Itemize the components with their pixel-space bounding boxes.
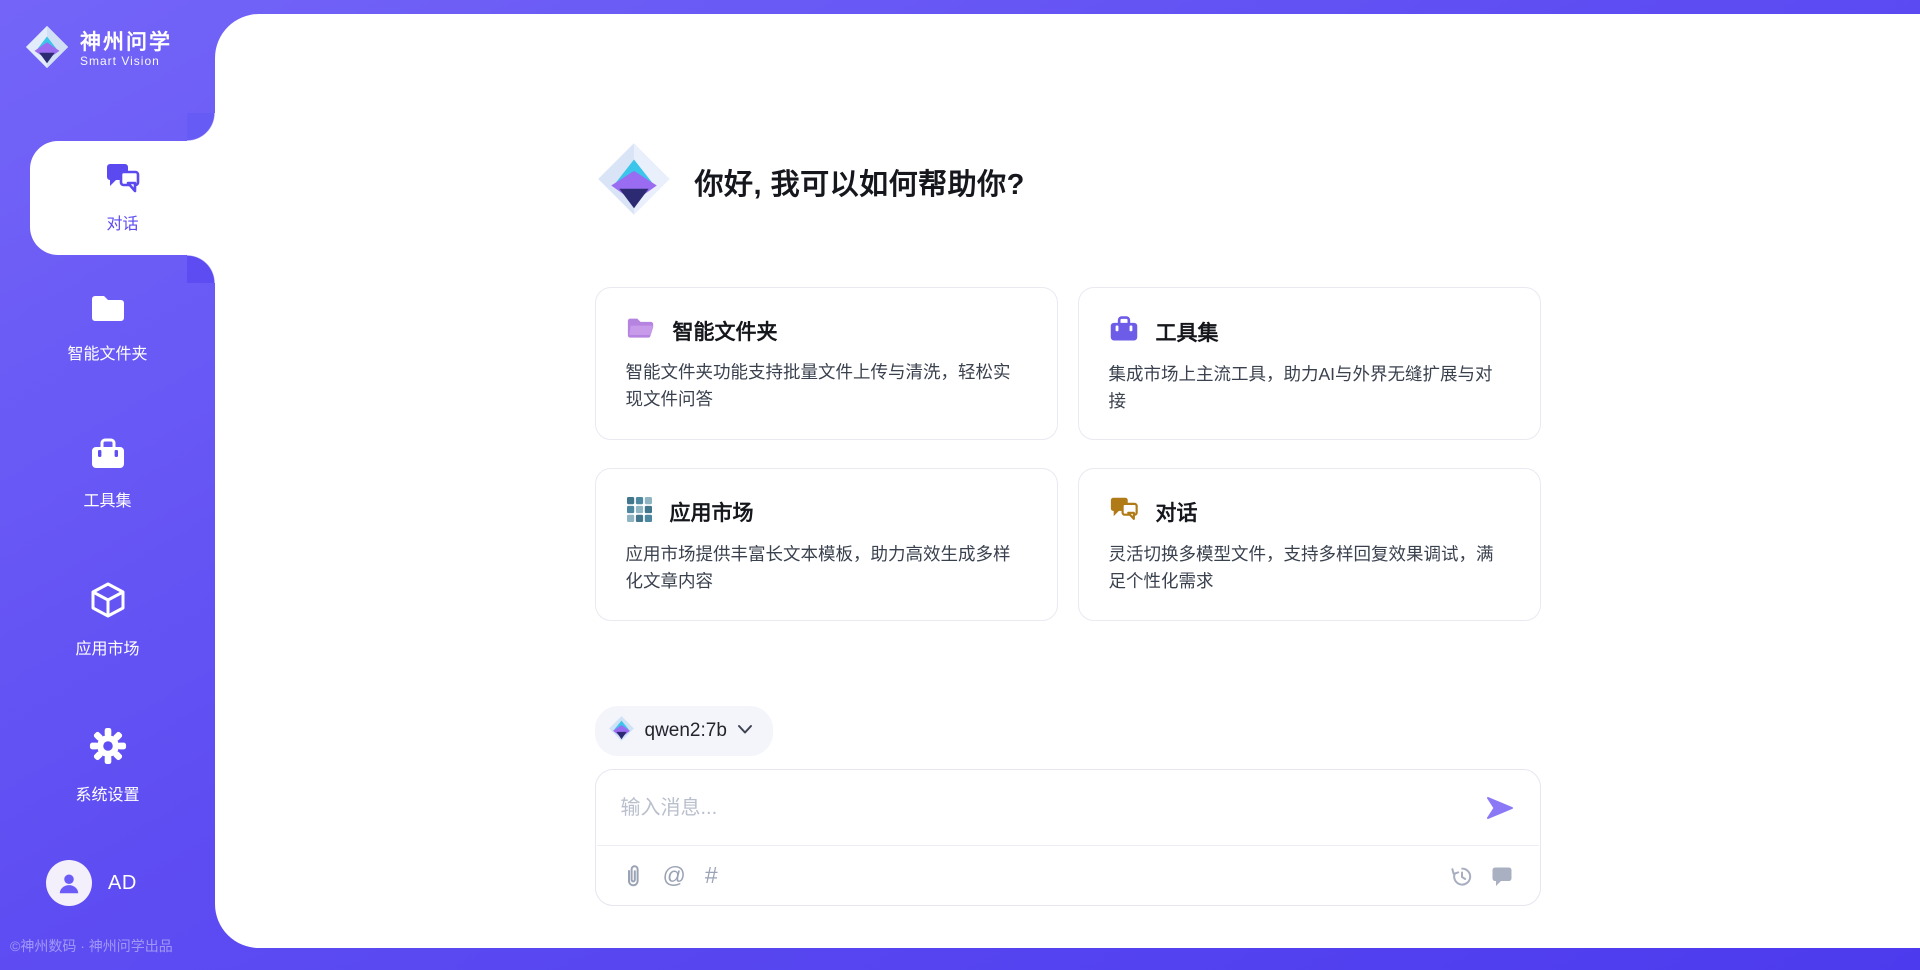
chat-icon bbox=[104, 162, 142, 201]
brand-name-en: Smart Vision bbox=[80, 55, 172, 69]
card-title: 对话 bbox=[1156, 497, 1198, 527]
at-icon[interactable]: @ bbox=[663, 864, 686, 887]
user-profile[interactable]: AD bbox=[46, 860, 215, 906]
brand-name-cn: 神州问学 bbox=[80, 31, 172, 55]
sidebar-item-label: 对话 bbox=[106, 210, 138, 234]
folder-icon bbox=[626, 315, 656, 346]
briefcase-icon bbox=[1109, 315, 1139, 348]
sidebar-item-settings[interactable]: 系统设置 bbox=[0, 693, 215, 839]
grid-icon bbox=[626, 496, 653, 528]
greeting-text: 你好, 我可以如何帮助你? bbox=[695, 161, 1025, 203]
paperclip-icon[interactable] bbox=[622, 863, 644, 888]
copyright-text: ©神州数码 · 神州问学出品 bbox=[0, 936, 215, 956]
sidebar-item-label: 应用市场 bbox=[75, 635, 139, 659]
sidebar-item-label: 工具集 bbox=[83, 487, 131, 511]
model-logo-icon bbox=[608, 715, 635, 747]
sidebar-item-smart-folder[interactable]: 智能文件夹 bbox=[0, 255, 215, 401]
message-input[interactable] bbox=[596, 770, 1540, 845]
user-name: AD bbox=[108, 872, 137, 895]
cube-icon bbox=[90, 581, 126, 624]
sidebar-item-label: 系统设置 bbox=[75, 781, 139, 805]
feature-cards: 智能文件夹 智能文件夹功能支持批量文件上传与清洗，轻松实现文件问答 bbox=[595, 287, 1541, 621]
greeting-row: 你好, 我可以如何帮助你? bbox=[595, 140, 1541, 223]
sidebar-bottom: AD ©神州数码 · 神州问学出品 bbox=[0, 860, 215, 970]
brand: 神州问学 Smart Vision bbox=[0, 0, 215, 75]
model-name: qwen2:7b bbox=[645, 720, 727, 742]
sidebar-item-app-market[interactable]: 应用市场 bbox=[0, 547, 215, 693]
gear-icon bbox=[89, 727, 127, 770]
card-smart-folder[interactable]: 智能文件夹 智能文件夹功能支持批量文件上传与清洗，轻松实现文件问答 bbox=[595, 287, 1058, 440]
sidebar-item-label: 智能文件夹 bbox=[67, 340, 147, 364]
brand-logo-icon bbox=[24, 24, 70, 75]
folder-icon bbox=[89, 292, 127, 329]
model-selector[interactable]: qwen2:7b bbox=[595, 706, 773, 756]
sidebar-item-toolset[interactable]: 工具集 bbox=[0, 401, 215, 547]
card-description: 应用市场提供丰富长文本模板，助力高效生成多样化文章内容 bbox=[626, 541, 1027, 595]
card-app-market[interactable]: 应用市场 应用市场提供丰富长文本模板，助力高效生成多样化文章内容 bbox=[595, 468, 1058, 620]
message-composer: @ # bbox=[595, 769, 1541, 906]
send-icon[interactable] bbox=[1486, 796, 1514, 825]
chevron-down-icon bbox=[737, 722, 753, 740]
hash-icon[interactable]: # bbox=[705, 864, 718, 887]
assistant-logo-icon bbox=[595, 140, 673, 223]
chat-icon bbox=[1109, 496, 1139, 528]
card-description: 灵活切换多模型文件，支持多样回复效果调试，满足个性化需求 bbox=[1109, 541, 1510, 595]
avatar bbox=[46, 860, 92, 906]
card-title: 工具集 bbox=[1156, 317, 1219, 347]
card-title: 智能文件夹 bbox=[673, 316, 778, 346]
history-icon[interactable] bbox=[1449, 864, 1473, 888]
card-chat[interactable]: 对话 灵活切换多模型文件，支持多样回复效果调试，满足个性化需求 bbox=[1078, 468, 1541, 620]
briefcase-icon bbox=[89, 437, 127, 476]
sidebar-item-chat[interactable]: 对话 bbox=[30, 141, 215, 255]
card-description: 智能文件夹功能支持批量文件上传与清洗，轻松实现文件问答 bbox=[626, 359, 1027, 413]
main-panel: 你好, 我可以如何帮助你? 智能文件夹 智能文件夹功能支持批量文件上传与清洗，轻… bbox=[215, 14, 1920, 948]
sidebar: 神州问学 Smart Vision 对话 bbox=[0, 0, 215, 970]
card-title: 应用市场 bbox=[670, 497, 754, 527]
card-toolset[interactable]: 工具集 集成市场上主流工具，助力AI与外界无缝扩展与对接 bbox=[1078, 287, 1541, 440]
sidebar-nav: 对话 智能文件夹 bbox=[0, 141, 215, 839]
card-description: 集成市场上主流工具，助力AI与外界无缝扩展与对接 bbox=[1109, 361, 1510, 415]
app-window: 神州问学 Smart Vision 对话 bbox=[0, 0, 1920, 970]
chat-bubble-icon[interactable] bbox=[1490, 864, 1514, 887]
